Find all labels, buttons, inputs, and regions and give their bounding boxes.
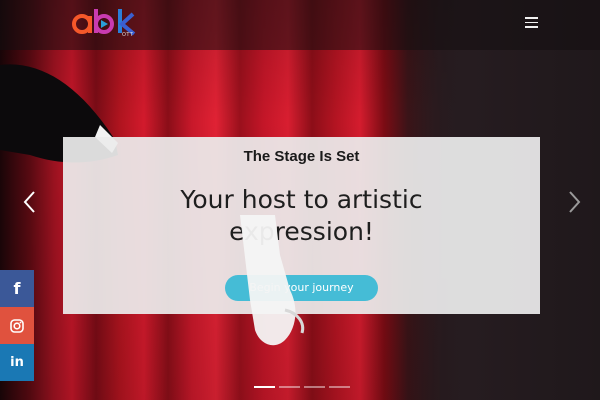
hamburger-menu-button[interactable]: [520, 14, 542, 34]
carousel-indicator[interactable]: [254, 386, 275, 388]
chevron-left-icon[interactable]: [21, 190, 39, 214]
instagram-icon: [10, 318, 24, 333]
facebook-link[interactable]: f: [0, 270, 34, 307]
carousel-indicators: [254, 386, 350, 390]
carousel-indicator[interactable]: [329, 386, 350, 388]
chevron-right-icon[interactable]: [565, 190, 583, 214]
slide-kicker: The Stage Is Set: [243, 148, 360, 165]
hamburger-icon: [524, 17, 538, 19]
white-glove-image: [240, 215, 305, 346]
linkedin-link[interactable]: in: [0, 344, 34, 381]
facebook-icon: f: [13, 279, 21, 298]
hamburger-icon-bar: [524, 21, 538, 23]
hamburger-icon-bar: [524, 26, 538, 28]
top-navbar: OTT: [0, 0, 600, 50]
carousel-indicator[interactable]: [304, 386, 325, 388]
carousel-indicator[interactable]: [279, 386, 300, 388]
logo-subtitle: OTT: [122, 32, 134, 38]
instagram-link[interactable]: [0, 307, 34, 344]
linkedin-icon: in: [10, 355, 24, 370]
